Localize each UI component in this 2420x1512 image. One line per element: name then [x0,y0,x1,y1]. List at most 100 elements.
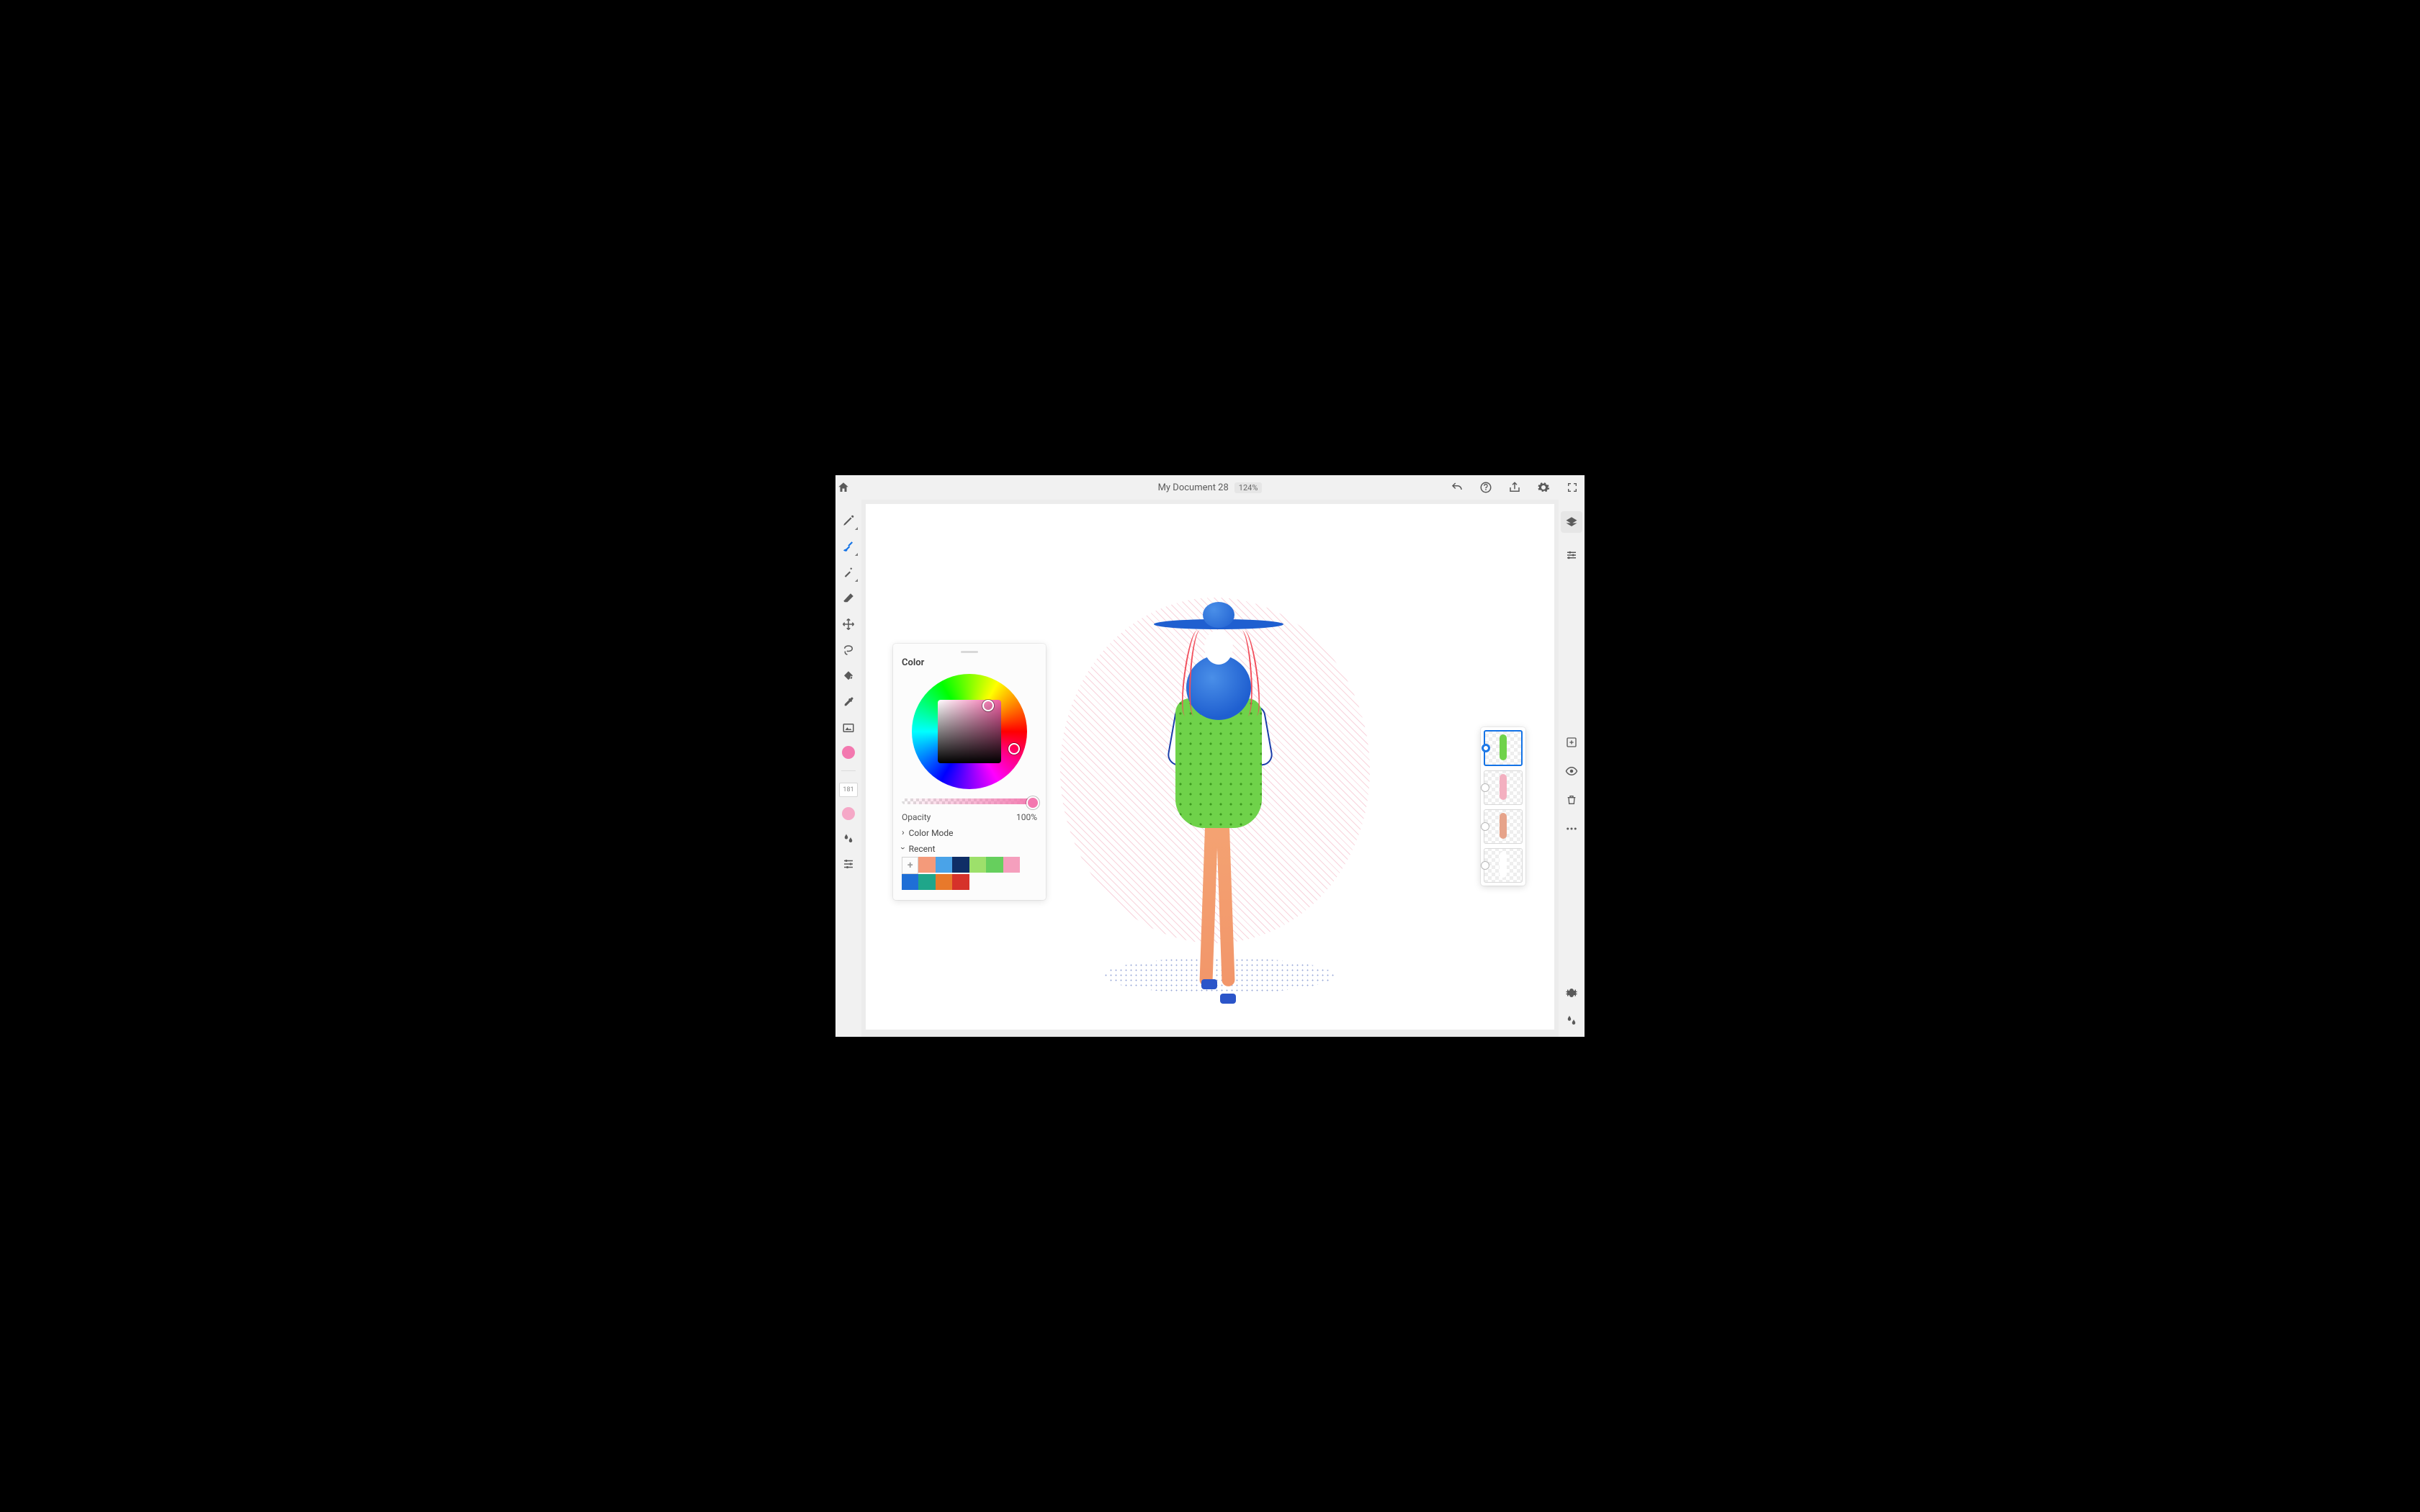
color-panel[interactable]: Color Opacity 100% › Color Mode › R [893,644,1046,900]
app-window: My Document 28 124% [835,475,1585,1037]
layer-thumb[interactable] [1484,848,1523,883]
toolbar-divider [841,770,856,771]
watercolor-brush-tool[interactable] [841,539,856,554]
bug-icon [1565,986,1578,999]
brush-icon [842,540,855,553]
eyedropper-tool[interactable] [841,694,856,710]
illustration-face [1204,630,1233,665]
layer-target-icon[interactable] [1481,822,1489,831]
color-mode-label: Color Mode [909,828,954,838]
recent-colors-grid: + [902,857,1020,890]
vector-brush-tool[interactable] [841,564,856,580]
zoom-badge[interactable]: 124% [1234,482,1263,493]
sv-handle[interactable] [982,700,994,711]
panel-drag-handle[interactable] [961,651,978,653]
fine-brush-icon [842,566,855,579]
recent-color-swatch[interactable] [969,857,986,873]
eye-icon [1565,765,1578,778]
layer-target-icon[interactable] [1481,783,1489,792]
add-color-button[interactable]: + [902,857,918,874]
layer-target-icon[interactable] [1482,744,1490,752]
recent-color-swatch[interactable] [902,874,918,890]
home-button[interactable] [835,480,851,495]
sliders-icon [842,858,855,870]
transform-tool[interactable] [841,616,856,632]
layer-preview [1500,852,1507,878]
add-layer-button[interactable] [1564,734,1579,750]
layer-actions [1559,734,1585,837]
secondary-color-swatch[interactable] [842,807,855,820]
image-icon [842,721,855,734]
eraser-icon [842,592,855,605]
recent-label: Recent [909,844,936,854]
layer-preview [1500,774,1507,800]
opacity-knob[interactable] [1026,796,1039,809]
color-wheel[interactable] [912,674,1027,789]
layer-target-icon[interactable] [1481,861,1489,870]
share-icon [1508,481,1521,494]
recent-color-swatch[interactable] [1003,857,1020,873]
recent-color-swatch[interactable] [936,857,952,873]
current-color-swatch[interactable] [842,746,855,759]
layers-panel-button[interactable] [1561,511,1582,533]
opacity-slider[interactable] [902,796,1037,806]
opacity-label: Opacity [902,812,931,822]
fullscreen-icon [1567,482,1578,493]
gear-icon [1537,481,1550,494]
ellipsis-icon [1565,822,1578,835]
color-mode-row[interactable]: › Color Mode [902,828,1037,838]
document-title: My Document 28 [1158,482,1229,493]
recent-color-swatch[interactable] [918,857,935,873]
add-icon [1566,737,1577,748]
share-button[interactable] [1507,480,1523,495]
fullscreen-button[interactable] [1564,480,1580,495]
layer-preview [1500,813,1507,839]
recent-color-swatch[interactable] [952,874,969,890]
settings-button[interactable] [1536,480,1551,495]
recent-row[interactable]: › Recent [902,844,1037,854]
undo-button[interactable] [1449,480,1465,495]
water-drops-icon [1565,1014,1578,1027]
pencil-tool[interactable] [841,513,856,528]
pencil-icon [842,514,855,527]
illustration-hat-top [1203,602,1234,628]
water-panel-button[interactable] [1564,1012,1579,1028]
adjust-tool[interactable] [841,856,856,872]
bucket-icon [842,670,855,683]
layer-visibility-button[interactable] [1564,763,1579,779]
recent-color-swatch[interactable] [936,874,952,890]
topbar: My Document 28 124% [835,475,1585,500]
eyedropper-icon [842,696,855,708]
brush-size-field[interactable]: 181 [839,783,858,797]
eraser-tool[interactable] [841,590,856,606]
hue-handle[interactable] [1008,743,1020,755]
feedback-button[interactable] [1564,985,1579,1001]
illustration-shoe [1201,979,1217,989]
fill-tool[interactable] [841,668,856,684]
layers-icon [1565,516,1578,528]
illustration-shoe [1220,994,1236,1004]
layer-preview [1500,734,1507,760]
water-drops-icon [842,832,855,845]
help-icon [1479,481,1492,494]
recent-color-swatch[interactable] [952,857,969,873]
recent-color-swatch[interactable] [986,857,1003,873]
layer-thumb[interactable] [1484,809,1523,844]
move-icon [842,618,855,631]
layer-thumb[interactable] [1484,770,1523,805]
layer-properties-button[interactable] [1564,547,1579,563]
more-actions-button[interactable] [1564,821,1579,837]
lasso-tool[interactable] [841,642,856,658]
help-button[interactable] [1478,480,1494,495]
image-tool[interactable] [841,720,856,736]
recent-color-swatch[interactable] [918,874,935,890]
left-toolbar: 181 [835,500,862,1037]
water-tool[interactable] [841,830,856,846]
sliders-icon [1565,549,1578,562]
undo-icon [1451,481,1464,494]
home-icon [837,481,850,494]
chevron-down-icon: › [898,847,908,850]
layer-thumb[interactable] [1484,730,1523,766]
canvas-area: Color Opacity 100% › Color Mode › R [861,500,1559,1037]
delete-layer-button[interactable] [1564,792,1579,808]
